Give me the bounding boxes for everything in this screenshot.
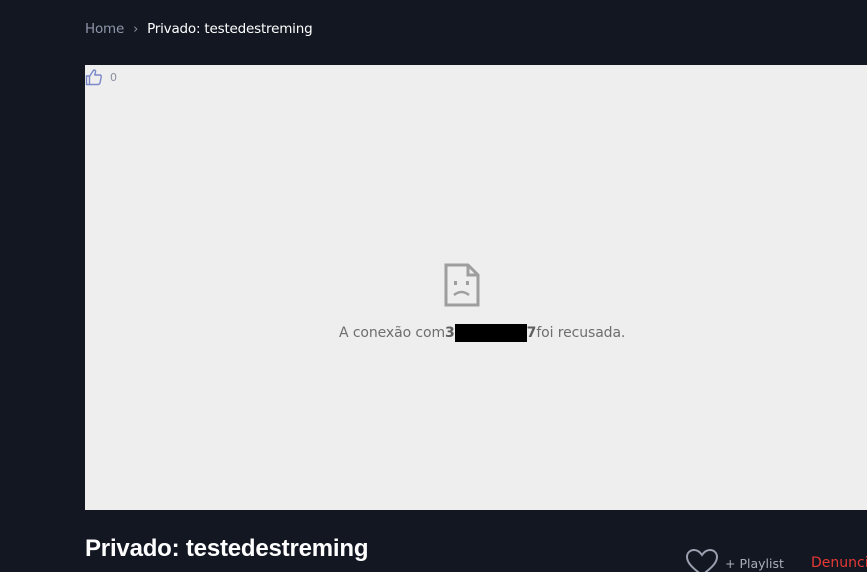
error-suffix: foi recusada. — [536, 325, 626, 341]
breadcrumb-home-link[interactable]: Home — [85, 21, 124, 37]
sad-file-icon — [444, 263, 480, 307]
add-to-playlist-button[interactable]: + Playlist — [725, 556, 784, 571]
video-player[interactable]: 0 A conexão com 3 7 foi recusada. — [85, 65, 867, 510]
error-host-end: 7 — [526, 325, 537, 341]
breadcrumb-separator: › — [133, 21, 139, 37]
redaction-block — [454, 324, 527, 342]
connection-error-message: A conexão com 3 7 foi recusada. — [339, 323, 625, 343]
video-title: Privado: testedestreming — [85, 535, 369, 562]
like-count: 0 — [110, 70, 117, 84]
breadcrumb: Home › Privado: testedestreming — [85, 19, 313, 39]
error-host-start: 3 — [445, 325, 455, 341]
report-button[interactable]: Denunciar — [811, 555, 867, 571]
breadcrumb-current: Privado: testedestreming — [147, 21, 313, 37]
heart-icon[interactable] — [685, 548, 719, 572]
thumbs-up-icon — [85, 69, 102, 86]
error-prefix: A conexão com — [339, 325, 446, 341]
like-button[interactable]: 0 — [85, 67, 117, 87]
